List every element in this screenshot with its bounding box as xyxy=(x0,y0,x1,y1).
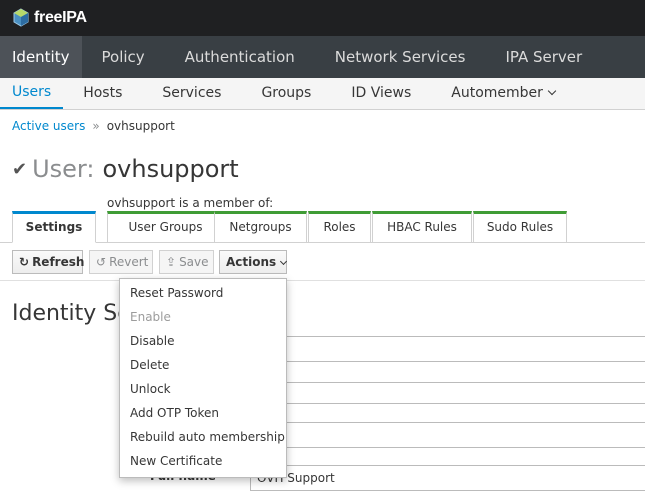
tab-settings[interactable]: Settings xyxy=(12,211,96,243)
chevron-down-icon xyxy=(547,86,557,96)
revert-button[interactable]: ↺ Revert xyxy=(89,250,153,274)
main-nav-policy[interactable]: Policy xyxy=(82,36,165,78)
toolbar-divider xyxy=(0,280,645,281)
masthead: freeIPA xyxy=(0,0,645,36)
field-input-4[interactable] xyxy=(250,403,645,423)
main-nav-network-services[interactable]: Network Services xyxy=(315,36,486,78)
tab-roles[interactable]: Roles xyxy=(308,211,371,243)
app-name: freeIPA xyxy=(34,9,87,26)
refresh-button[interactable]: ↻ Refresh xyxy=(12,250,85,274)
breadcrumb-current: ovhsupport xyxy=(106,119,175,133)
undo-icon: ↺ xyxy=(96,255,107,269)
page-title-prefix: User: xyxy=(32,155,95,183)
actions-button[interactable]: Actions xyxy=(219,250,288,274)
tab-user-groups[interactable]: User Groups xyxy=(107,211,224,243)
chevron-down-icon xyxy=(280,257,288,266)
sub-nav-automember[interactable]: Automember xyxy=(431,78,575,109)
sub-nav-automember-label: Automember xyxy=(451,85,543,101)
field-input-2[interactable] xyxy=(250,361,645,383)
menu-item-reset-password[interactable]: Reset Password xyxy=(120,281,286,305)
full-name-input[interactable]: OVH Support xyxy=(250,465,645,491)
revert-label: Revert xyxy=(109,255,149,269)
menu-item-add-otp-token[interactable]: Add OTP Token xyxy=(120,401,286,425)
refresh-label: Refresh xyxy=(32,255,85,269)
actions-menu: Reset Password Enable Disable Delete Unl… xyxy=(119,278,287,478)
sub-nav-groups[interactable]: Groups xyxy=(241,78,331,109)
main-nav-identity[interactable]: Identity xyxy=(0,36,82,78)
tab-hbac-rules[interactable]: HBAC Rules xyxy=(372,211,472,243)
check-icon: ✔ xyxy=(12,158,28,180)
sub-nav: Users Hosts Services Groups ID Views Aut… xyxy=(0,78,645,110)
page-title: ✔ User: ovhsupport xyxy=(12,155,239,183)
refresh-icon: ↻ xyxy=(19,255,30,269)
member-of-label: ovhsupport is a member of: xyxy=(107,196,274,210)
menu-item-enable[interactable]: Enable xyxy=(120,305,286,329)
tab-netgroups[interactable]: Netgroups xyxy=(214,211,307,243)
main-nav-authentication[interactable]: Authentication xyxy=(165,36,315,78)
field-input-3[interactable] xyxy=(250,382,645,404)
upload-icon: ⇪ xyxy=(166,255,177,269)
menu-item-unlock[interactable]: Unlock xyxy=(120,377,286,401)
field-input-6[interactable] xyxy=(250,447,645,467)
menu-item-disable[interactable]: Disable xyxy=(120,329,286,353)
main-nav-ipa-server[interactable]: IPA Server xyxy=(485,36,602,78)
breadcrumb-active-users-link[interactable]: Active users xyxy=(12,119,85,133)
tab-sudo-rules[interactable]: Sudo Rules xyxy=(473,211,567,243)
sub-nav-hosts[interactable]: Hosts xyxy=(63,78,142,109)
save-button[interactable]: ⇪ Save xyxy=(159,250,214,274)
page-title-name: ovhsupport xyxy=(102,155,239,183)
main-nav: Identity Policy Authentication Network S… xyxy=(0,36,645,78)
menu-item-new-certificate[interactable]: New Certificate xyxy=(120,449,286,473)
actions-label: Actions xyxy=(226,255,277,269)
save-label: Save xyxy=(179,255,209,269)
breadcrumb-separator: » xyxy=(92,119,100,133)
sub-nav-services[interactable]: Services xyxy=(142,78,241,109)
field-input-1[interactable] xyxy=(250,336,645,362)
sub-nav-id-views[interactable]: ID Views xyxy=(331,78,431,109)
menu-item-delete[interactable]: Delete xyxy=(120,353,286,377)
field-input-5[interactable]: port xyxy=(250,422,645,448)
sub-nav-users[interactable]: Users xyxy=(0,78,64,109)
breadcrumb: Active users » ovhsupport xyxy=(12,119,175,133)
menu-item-rebuild-auto-membership[interactable]: Rebuild auto membership xyxy=(120,425,286,449)
freeipa-logo-icon xyxy=(12,8,30,28)
